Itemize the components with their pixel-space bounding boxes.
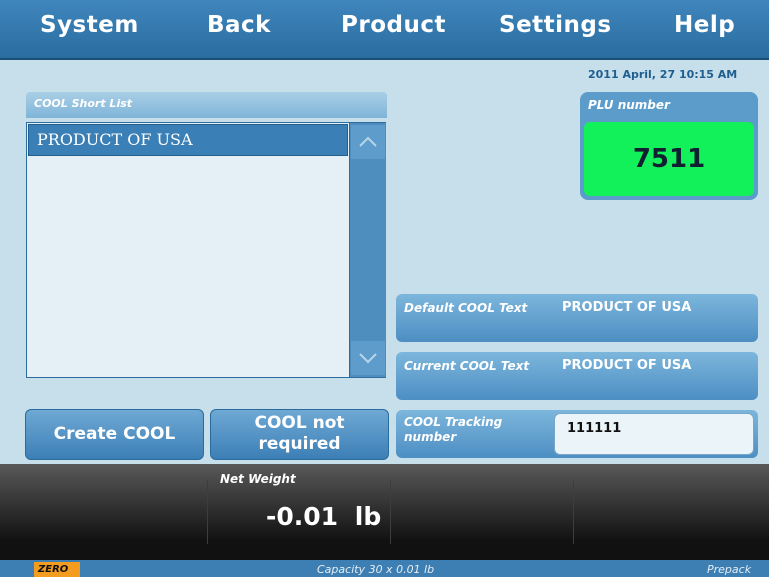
datetime-label: 2011 April, 27 10:15 AM [588,68,738,81]
divider [390,480,391,544]
net-weight-unit: lb [354,502,382,531]
tracking-input[interactable]: 111111 [554,413,754,455]
chevron-down-icon [359,353,377,364]
tracking-label-line1: COOL Tracking [404,415,503,429]
scroll-up-button[interactable] [351,125,385,159]
menu-system[interactable]: System [40,12,139,38]
plu-panel: PLU number 7511 [580,92,758,200]
scroll-down-button[interactable] [351,341,385,375]
status-bar: ZERO Capacity 30 x 0.01 lb Prepack [0,560,769,577]
create-cool-button[interactable]: Create COOL [25,409,204,460]
plu-value[interactable]: 7511 [584,122,754,196]
mode-label: Prepack [707,563,752,576]
create-cool-label: Create COOL [53,424,176,444]
zero-badge: ZERO [34,562,80,577]
default-cool-field[interactable]: Default COOL Text PRODUCT OF USA [396,294,758,342]
current-cool-label: Current COOL Text [404,359,530,373]
net-weight-value: -0.01 [266,502,339,531]
current-cool-value: PRODUCT OF USA [562,358,692,373]
list-scrollbar[interactable] [349,123,386,377]
cool-list: PRODUCT OF USA [26,122,386,378]
menu-product[interactable]: Product [341,12,446,38]
divider [573,480,574,544]
weight-display: Net Weight -0.01 lb [0,464,769,560]
list-item[interactable]: PRODUCT OF USA [28,124,348,156]
cool-not-required-line2: required [258,434,341,454]
menu-settings[interactable]: Settings [499,12,612,38]
cool-list-title: COOL Short List [34,97,133,110]
cool-not-required-line1: COOL not [254,413,345,433]
net-weight-readout: -0.01 lb [266,502,381,531]
plu-label: PLU number [588,98,670,112]
tracking-field: COOL Tracking number 111111 [396,410,758,458]
cool-list-header: COOL Short List [26,92,387,118]
chevron-up-icon [359,136,377,147]
menu-bar: System Back Product Settings Help [0,0,769,60]
current-cool-field[interactable]: Current COOL Text PRODUCT OF USA [396,352,758,400]
default-cool-label: Default COOL Text [404,301,528,315]
menu-back[interactable]: Back [207,12,271,38]
menu-help[interactable]: Help [674,12,735,38]
divider [207,480,208,544]
cool-not-required-button[interactable]: COOL not required [210,409,389,460]
capacity-label: Capacity 30 x 0.01 lb [317,563,435,576]
net-weight-label: Net Weight [220,472,296,486]
tracking-label: COOL Tracking number [404,415,502,445]
default-cool-value: PRODUCT OF USA [562,300,692,315]
tracking-label-line2: number [404,430,457,444]
